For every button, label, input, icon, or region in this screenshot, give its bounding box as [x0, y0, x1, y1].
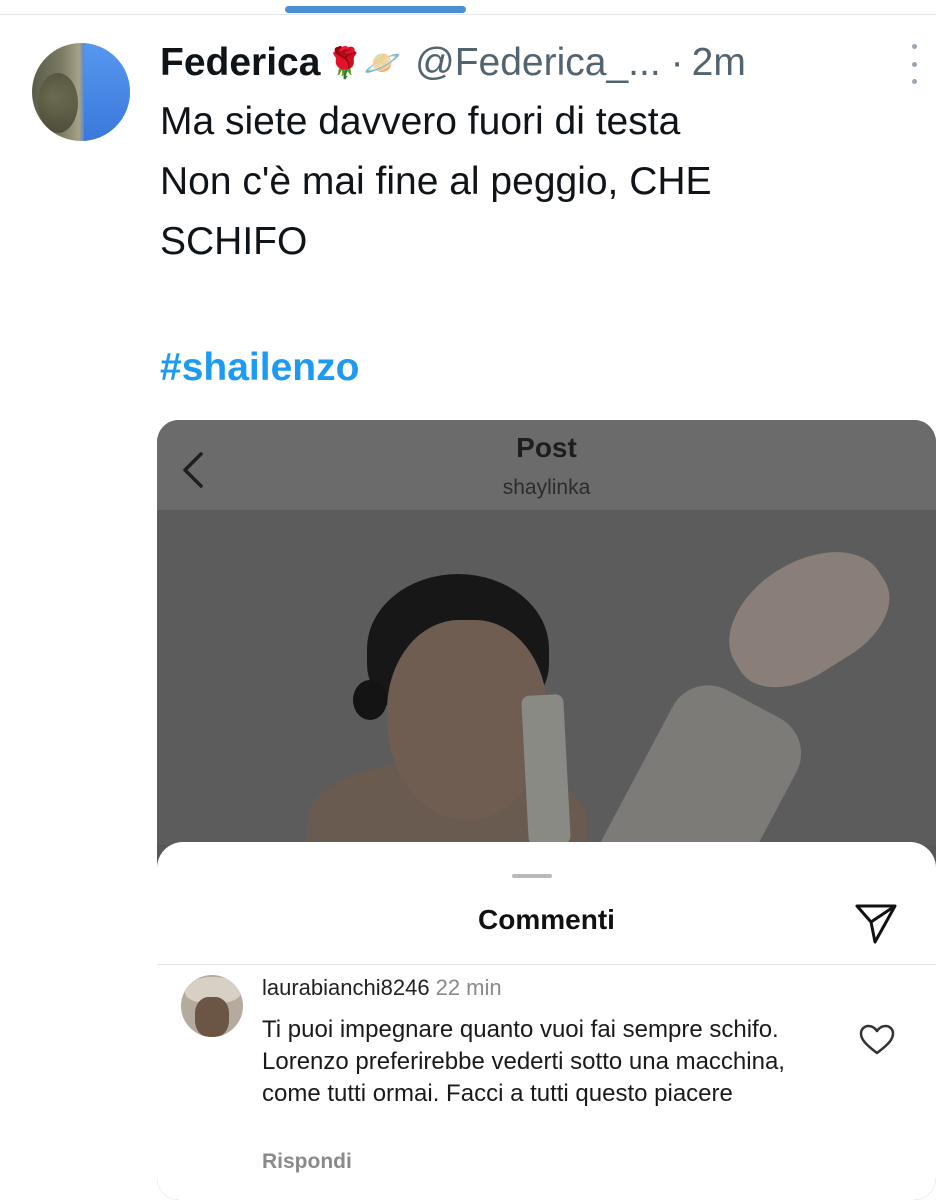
heart-icon[interactable] [859, 1024, 895, 1056]
embedded-screenshot[interactable]: Post shaylinka Commenti laurabianchi8246… [157, 420, 936, 1200]
comment-time: 22 min [435, 975, 502, 1000]
comment-text: Ti puoi impegnare quanto vuoi fai sempre… [262, 1016, 785, 1107]
tweet-text: Ma siete davvero fuori di testa Non c'è … [160, 92, 900, 272]
more-vertical-icon[interactable] [906, 44, 922, 84]
comments-title: Commenti [478, 904, 615, 935]
avatar-trees [38, 73, 78, 133]
comments-sheet: Commenti laurabianchi8246 22 min Ti puoi … [157, 842, 936, 1200]
post-username: shaylinka [502, 476, 591, 499]
commenter-username[interactable]: laurabianchi8246 [262, 975, 430, 1000]
post-title: Post [516, 432, 577, 463]
ballet-shoe [705, 525, 909, 709]
hashtag-link[interactable]: #shailenzo [160, 346, 359, 390]
reply-button[interactable]: Rispondi [262, 1150, 352, 1174]
author-handle[interactable]: @Federica_... [415, 41, 661, 85]
top-divider [0, 14, 936, 15]
comment-header: laurabianchi8246 22 min [262, 975, 502, 1001]
tweet-time[interactable]: 2m [692, 41, 746, 85]
product-tube [521, 694, 571, 846]
post-photo [157, 510, 936, 949]
tweet-line-3: SCHIFO [160, 220, 308, 263]
tweet-line-2: Non c'è mai fine al peggio, CHE [160, 160, 712, 203]
woman-hair-bun [353, 680, 387, 720]
sheet-grabber[interactable] [512, 874, 552, 878]
sheet-divider [157, 964, 936, 965]
tweet-line-1: Ma siete davvero fuori di testa [160, 100, 681, 143]
commenter-avatar[interactable] [181, 975, 243, 1037]
author-avatar[interactable] [32, 43, 130, 141]
post-header-bar: Post shaylinka [157, 420, 936, 510]
author-name[interactable]: Federica [160, 41, 320, 85]
top-scroll-indicator [285, 6, 466, 13]
author-emojis: 🌹🪐 [326, 46, 402, 80]
send-icon[interactable] [853, 900, 899, 946]
avatar-hair [195, 997, 229, 1037]
avatar-sky [84, 43, 130, 141]
separator-dot: · [670, 41, 684, 84]
tweet-header: Federica 🌹🪐 @Federica_... · 2m [160, 38, 900, 88]
